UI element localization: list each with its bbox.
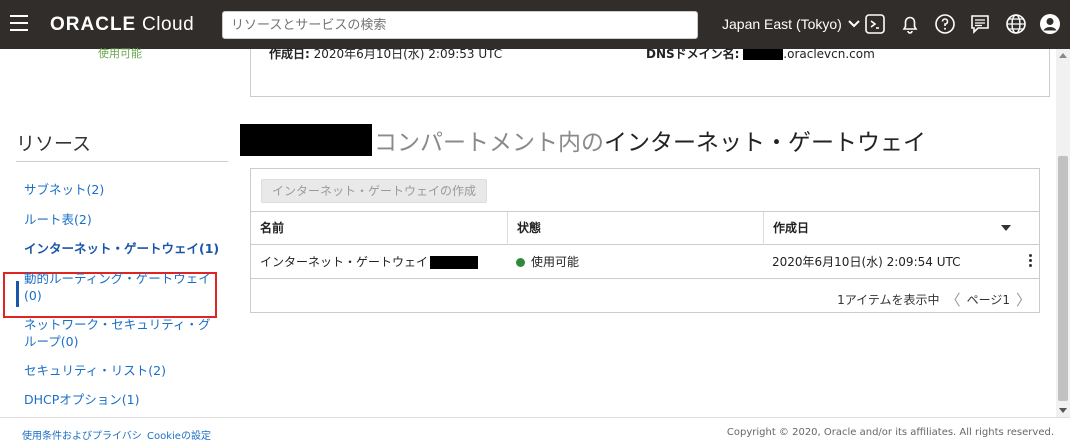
resources-divider (16, 161, 228, 162)
internet-gateway-table-card: インターネット・ゲートウェイの作成 名前 状態 作成日 インターネット・ゲートウ… (250, 168, 1040, 313)
resource-link-drg[interactable]: 動的ルーティング・ゲートウェイ (0) (24, 270, 211, 304)
resource-link-internet-gateways[interactable]: インターネット・ゲートウェイ(1) (24, 240, 219, 257)
column-header-status[interactable]: 状態 (507, 212, 763, 245)
status-available-dot-icon (516, 258, 525, 267)
region-selector[interactable]: Japan East (Tokyo) (722, 16, 860, 32)
created-value: 2020年6月10日(水) 2:09:53 UTC (313, 47, 503, 61)
column-header-created[interactable]: 作成日 (763, 212, 1039, 245)
vcn-details-panel: 作成日: 2020年6月10日(水) 2:09:53 UTC DNSドメイン名:… (250, 47, 1050, 97)
search-input[interactable] (222, 11, 698, 39)
globe-icon[interactable] (1005, 13, 1027, 35)
resource-link-security-lists[interactable]: セキュリティ・リスト(2) (24, 362, 166, 379)
page-footer: 使用条件およびプライバシ Cookieの設定 Copyright © 2020,… (0, 417, 1070, 444)
row-created-cell: 2020年6月10日(水) 2:09:54 UTC (772, 255, 961, 269)
resources-heading: リソース (16, 133, 92, 155)
page-title: コンパートメント内の インターネット・ゲートウェイ (240, 123, 926, 157)
top-navigation-bar: ORACLE Cloud Japan East (Tokyo) (0, 0, 1070, 49)
page-title-prefix: コンパートメント内の (374, 130, 604, 156)
column-header-name[interactable]: 名前 (251, 212, 284, 245)
row-actions-kebab-icon[interactable] (1029, 254, 1033, 270)
scroll-down-arrow-icon[interactable] (1059, 408, 1067, 413)
active-indicator-bar (16, 281, 19, 307)
hamburger-menu-icon[interactable] (10, 15, 28, 31)
user-icon[interactable] (1039, 13, 1061, 35)
row-status-cell: 使用可能 (507, 245, 579, 279)
logo-oracle-text: ORACLE (50, 14, 137, 35)
left-resource-panel: 使用可能 リソース サブネット(2) ルート表(2) インターネット・ゲートウェ… (0, 47, 240, 417)
chevron-left-icon[interactable]: 〈 (946, 289, 961, 310)
status-text: 使用可能 (531, 255, 580, 269)
drg-label-line1: 動的ルーティング・ゲートウェイ (24, 271, 211, 286)
cookie-settings-link[interactable]: Cookieの設定 (147, 427, 211, 442)
cloud-shell-icon[interactable] (864, 13, 886, 35)
dns-value: .oraclevcn.com (783, 47, 875, 61)
scroll-thumb[interactable] (1058, 156, 1068, 401)
chat-icon[interactable] (969, 13, 991, 35)
redacted-block (430, 256, 479, 269)
resource-link-nsg[interactable]: ネットワーク・セキュリティ・グ ループ(0) (24, 316, 211, 350)
copyright-text: Copyright © 2020, Oracle and/or its affi… (726, 427, 1054, 438)
nsg-label-line2: ループ(0) (24, 334, 79, 349)
vcn-status-text: 使用可能 (98, 47, 142, 60)
drg-label-line2: (0) (24, 288, 42, 303)
gateway-name-link[interactable]: インターネット・ゲートウェイ (260, 255, 428, 269)
table-pager: 1アイテムを表示中 〈 ページ1 〉 (837, 289, 1031, 310)
terms-privacy-link[interactable]: 使用条件およびプライバシ (22, 427, 142, 442)
scroll-up-arrow-icon[interactable] (1059, 53, 1067, 58)
pager-page-label: ページ1 (966, 293, 1010, 307)
chevron-right-icon[interactable]: 〉 (1016, 289, 1031, 310)
redacted-compartment-name (240, 124, 372, 156)
help-icon[interactable] (934, 13, 956, 35)
region-label: Japan East (Tokyo) (722, 16, 842, 32)
oracle-cloud-logo[interactable]: ORACLE Cloud (50, 14, 194, 36)
table-row[interactable]: インターネット・ゲートウェイ 使用可能 2020年6月10日(水) 2:09:5… (251, 245, 1039, 279)
dns-detail: DNSドメイン名: .oraclevcn.com (646, 45, 875, 62)
resource-link-route-tables[interactable]: ルート表(2) (24, 211, 92, 228)
bell-icon[interactable] (899, 13, 921, 35)
pager-item-count: 1アイテムを表示中 (837, 293, 940, 307)
page-title-main: インターネット・ゲートウェイ (604, 130, 926, 156)
sort-caret-icon[interactable] (1001, 225, 1011, 231)
dns-label: DNSドメイン名: (646, 47, 740, 61)
created-detail: 作成日: 2020年6月10日(水) 2:09:53 UTC (269, 45, 502, 62)
chevron-down-icon (848, 20, 860, 28)
created-label: 作成日: (269, 47, 310, 61)
redacted-block (743, 49, 784, 60)
logo-cloud-text: Cloud (142, 14, 195, 35)
resource-link-dhcp-options[interactable]: DHCPオプション(1) (24, 391, 140, 408)
resource-link-subnets[interactable]: サブネット(2) (24, 181, 104, 198)
nsg-label-line1: ネットワーク・セキュリティ・グ (24, 317, 211, 332)
row-name-cell[interactable]: インターネット・ゲートウェイ (251, 245, 479, 279)
create-internet-gateway-button[interactable]: インターネット・ゲートウェイの作成 (261, 179, 488, 203)
vertical-scrollbar[interactable] (1056, 49, 1070, 417)
table-header: 名前 状態 作成日 (251, 211, 1039, 245)
